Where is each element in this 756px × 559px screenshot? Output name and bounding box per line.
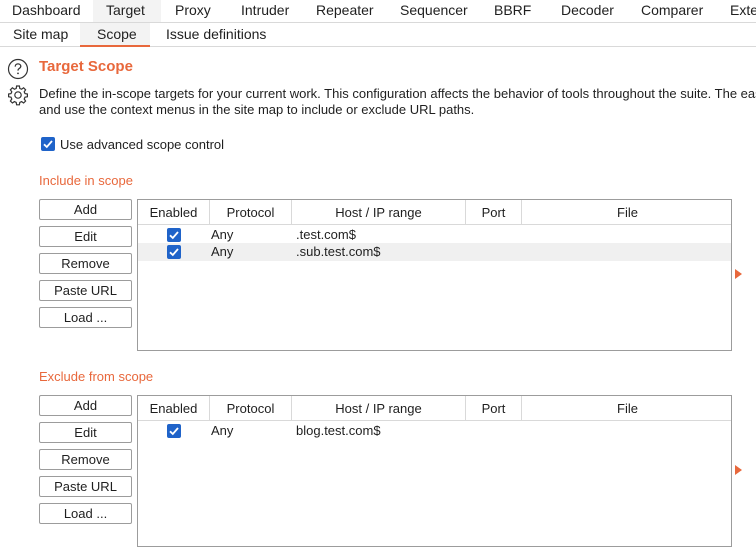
tab-target[interactable]: Target bbox=[106, 0, 145, 22]
col-protocol[interactable]: Protocol bbox=[210, 396, 292, 421]
row-enabled-checkbox[interactable] bbox=[167, 245, 181, 259]
sub-tab-bar: Site map Scope Issue definitions bbox=[0, 23, 756, 47]
tab-repeater[interactable]: Repeater bbox=[316, 0, 374, 22]
table-header: Enabled Protocol Host / IP range Port Fi… bbox=[138, 396, 731, 421]
col-port[interactable]: Port bbox=[466, 200, 522, 225]
subtab-site-map[interactable]: Site map bbox=[13, 23, 68, 47]
row-host: .sub.test.com$ bbox=[296, 244, 381, 259]
tab-dashboard[interactable]: Dashboard bbox=[12, 0, 81, 22]
col-port[interactable]: Port bbox=[466, 396, 522, 421]
check-icon bbox=[169, 248, 179, 257]
include-edit-button[interactable]: Edit bbox=[39, 226, 132, 247]
exclude-section-title: Exclude from scope bbox=[39, 369, 154, 384]
main-tab-bar: Dashboard Target Proxy Intruder Repeater… bbox=[0, 0, 756, 23]
col-host[interactable]: Host / IP range bbox=[292, 200, 466, 225]
exclude-add-button[interactable]: Add bbox=[39, 395, 132, 416]
table-row[interactable]: Any .sub.test.com$ bbox=[138, 243, 731, 261]
tab-comparer[interactable]: Comparer bbox=[641, 0, 703, 22]
exclude-paste-url-button[interactable]: Paste URL bbox=[39, 476, 132, 497]
include-load-button[interactable]: Load ... bbox=[39, 307, 132, 328]
table-row[interactable]: Any blog.test.com$ bbox=[138, 422, 731, 440]
include-table[interactable]: Enabled Protocol Host / IP range Port Fi… bbox=[137, 199, 732, 351]
tab-proxy[interactable]: Proxy bbox=[175, 0, 211, 22]
row-protocol: Any bbox=[211, 244, 234, 259]
row-host: .test.com$ bbox=[296, 227, 356, 242]
page-description: Define the in-scope targets for your cur… bbox=[39, 86, 756, 118]
exclude-load-button[interactable]: Load ... bbox=[39, 503, 132, 524]
tab-sequencer[interactable]: Sequencer bbox=[400, 0, 468, 22]
table-header: Enabled Protocol Host / IP range Port Fi… bbox=[138, 200, 731, 225]
tab-decoder[interactable]: Decoder bbox=[561, 0, 614, 22]
check-icon bbox=[43, 140, 53, 149]
help-icon[interactable] bbox=[7, 58, 29, 80]
include-add-button[interactable]: Add bbox=[39, 199, 132, 220]
exclude-table[interactable]: Enabled Protocol Host / IP range Port Fi… bbox=[137, 395, 732, 547]
col-enabled[interactable]: Enabled bbox=[138, 200, 210, 225]
subtab-issue-definitions[interactable]: Issue definitions bbox=[166, 23, 266, 47]
col-file[interactable]: File bbox=[522, 396, 731, 421]
row-enabled-checkbox[interactable] bbox=[167, 424, 181, 438]
include-remove-button[interactable]: Remove bbox=[39, 253, 132, 274]
col-protocol[interactable]: Protocol bbox=[210, 200, 292, 225]
advanced-scope-row[interactable]: Use advanced scope control bbox=[41, 135, 225, 152]
table-row[interactable]: Any .test.com$ bbox=[138, 226, 731, 244]
col-file[interactable]: File bbox=[522, 200, 731, 225]
col-host[interactable]: Host / IP range bbox=[292, 396, 466, 421]
include-paste-url-button[interactable]: Paste URL bbox=[39, 280, 132, 301]
advanced-scope-checkbox[interactable] bbox=[41, 137, 55, 152]
row-protocol: Any bbox=[211, 227, 234, 242]
tab-extender[interactable]: Exte bbox=[730, 0, 756, 22]
exclude-remove-button[interactable]: Remove bbox=[39, 449, 132, 470]
gear-icon[interactable] bbox=[7, 84, 29, 106]
col-enabled[interactable]: Enabled bbox=[138, 396, 210, 421]
advanced-scope-label: Use advanced scope control bbox=[60, 136, 225, 152]
subtab-scope[interactable]: Scope bbox=[97, 23, 137, 47]
description-line-2: and use the context menus in the site ma… bbox=[39, 102, 475, 117]
row-enabled-checkbox[interactable] bbox=[167, 228, 181, 242]
row-host: blog.test.com$ bbox=[296, 423, 381, 438]
description-line-1: Define the in-scope targets for your cur… bbox=[39, 86, 756, 101]
tab-intruder[interactable]: Intruder bbox=[241, 0, 289, 22]
check-icon bbox=[169, 231, 179, 240]
page-title: Target Scope bbox=[39, 58, 133, 75]
row-protocol: Any bbox=[211, 423, 234, 438]
include-expand-arrow-icon[interactable] bbox=[735, 269, 742, 279]
check-icon bbox=[169, 427, 179, 436]
include-section-title: Include in scope bbox=[39, 173, 133, 188]
exclude-expand-arrow-icon[interactable] bbox=[735, 465, 742, 475]
exclude-edit-button[interactable]: Edit bbox=[39, 422, 132, 443]
tab-bbrf[interactable]: BBRF bbox=[494, 0, 531, 22]
